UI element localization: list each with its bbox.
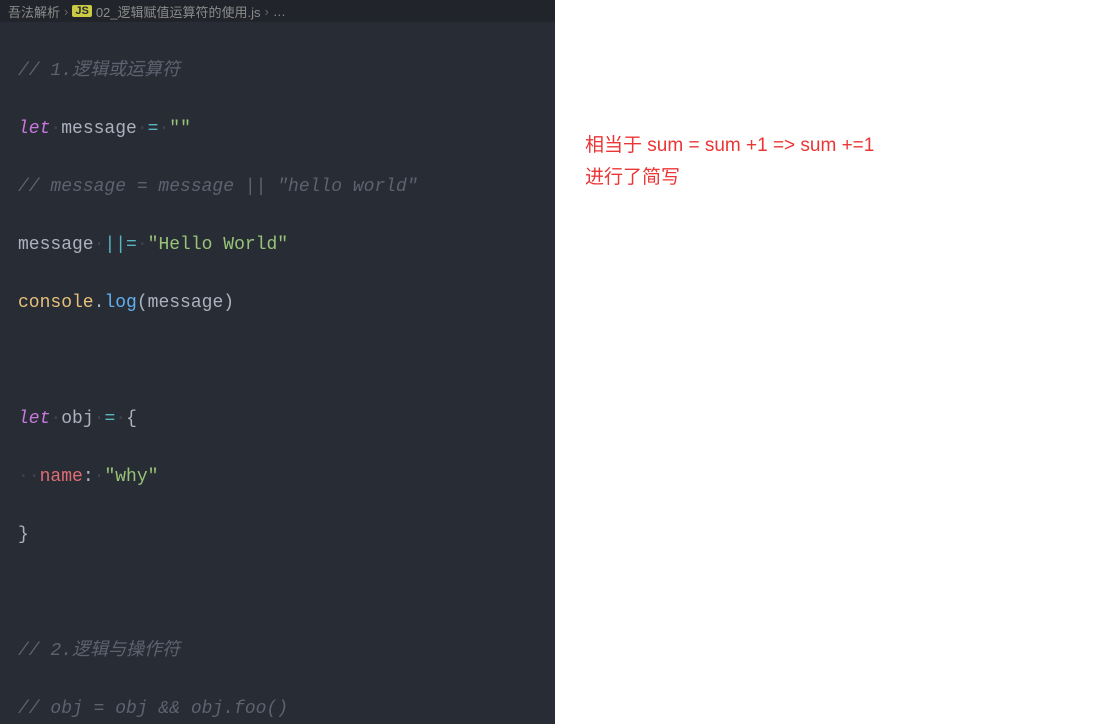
tok-string: ""	[169, 119, 191, 139]
breadcrumb-file[interactable]: 02_逻辑赋值运算符的使用.js	[96, 2, 261, 21]
annotation-text: 相当于 sum = sum +1 => sum +=1 进行了简写	[585, 130, 1096, 194]
tok-keyword: let	[18, 119, 50, 139]
code-area[interactable]: // 1.逻辑或运算符 let·message·=·"" // message …	[0, 22, 555, 724]
breadcrumb-tail: …	[273, 4, 286, 19]
code-comment: // 1.逻辑或运算符	[18, 61, 180, 81]
annotation-pane: 相当于 sum = sum +1 => sum +=1 进行了简写	[555, 0, 1096, 724]
tok-brace: }	[18, 525, 29, 545]
tok-ident: message	[61, 119, 137, 139]
code-comment: // obj = obj && obj.foo()	[18, 699, 288, 719]
tok-brace: {	[126, 409, 137, 429]
breadcrumb-separator: ›	[265, 4, 269, 19]
code-comment: // message = message || "hello world"	[18, 177, 418, 197]
tok-op: ||=	[104, 235, 136, 255]
code-comment: // 2.逻辑与操作符	[18, 641, 180, 661]
tok-string: "Hello World"	[148, 235, 288, 255]
breadcrumb-segment[interactable]: 吾法解析	[8, 2, 60, 21]
js-file-icon: JS	[72, 5, 91, 17]
breadcrumb-separator: ›	[64, 4, 68, 19]
annotation-line: 进行了简写	[585, 162, 1096, 194]
tok-op: =	[148, 119, 159, 139]
code-editor-pane[interactable]: 吾法解析 › JS 02_逻辑赋值运算符的使用.js › … // 1.逻辑或运…	[0, 0, 555, 724]
tok-colon: :	[83, 467, 94, 487]
breadcrumb[interactable]: 吾法解析 › JS 02_逻辑赋值运算符的使用.js › …	[0, 0, 555, 22]
tok-prop: name	[40, 467, 83, 487]
tok-ident: message	[148, 293, 224, 313]
tok-builtin: console	[18, 293, 94, 313]
tok-ident: message	[18, 235, 94, 255]
tok-op: =	[104, 409, 115, 429]
tok-keyword: let	[18, 409, 50, 429]
tok-func: log	[104, 293, 136, 313]
annotation-line: 相当于 sum = sum +1 => sum +=1	[585, 130, 1096, 162]
tok-ident: obj	[61, 409, 93, 429]
tok-string: "why"	[104, 467, 158, 487]
